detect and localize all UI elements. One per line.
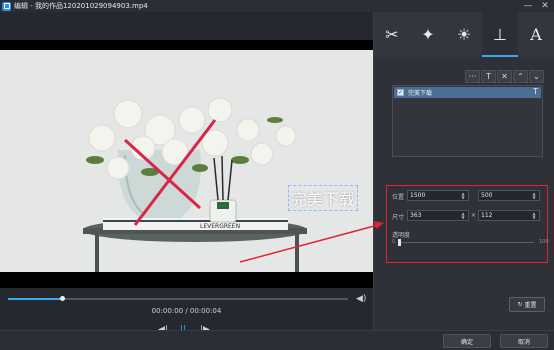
- video-frame: LEVERGREEN 完美下载: [0, 50, 373, 274]
- reset-label: 重置: [524, 302, 537, 309]
- position-y-input[interactable]: 500 ▲ ▼: [478, 190, 540, 201]
- spinner-arrows-icon[interactable]: ▲ ▼: [460, 211, 466, 220]
- opacity-min-label: 0: [392, 239, 396, 245]
- size-label: 尺寸: [392, 214, 405, 221]
- opacity-slider-handle[interactable]: [398, 239, 401, 246]
- ok-button[interactable]: 确定: [443, 334, 491, 348]
- scissors-icon[interactable]: ✂: [374, 12, 410, 57]
- tool-tabs: ✂ ✦ ☀ ⊥ A: [374, 12, 554, 57]
- time-display: 00:00:00 / 00:00:04: [151, 307, 222, 315]
- close-button[interactable]: ✕: [537, 0, 553, 12]
- video-preview: LEVERGREEN 完美下载: [0, 40, 373, 288]
- progress-handle[interactable]: [60, 296, 66, 301]
- progress-bar[interactable]: [8, 296, 348, 301]
- progress-fill: [8, 298, 63, 300]
- size-separator: ×: [471, 212, 477, 219]
- delete-icon[interactable]: ✕: [497, 70, 512, 83]
- add-text-icon[interactable]: T: [481, 70, 496, 83]
- spinner-arrows-icon[interactable]: ▲ ▼: [460, 191, 466, 200]
- text-layer-label: 完美下载: [408, 90, 433, 97]
- text-tab-icon[interactable]: A: [518, 12, 554, 57]
- opacity-slider[interactable]: [398, 239, 534, 246]
- text-type-icon: T: [533, 87, 538, 96]
- stamp-icon[interactable]: ⊥: [482, 12, 518, 57]
- preview-panel: LEVERGREEN 完美下载 ◀) 00:00:00 / 00:00:04: [0, 12, 373, 335]
- list-item[interactable]: ✓ 完美下载 T: [394, 87, 541, 98]
- position-y-value: 500: [481, 192, 493, 199]
- move-up-icon[interactable]: ⌃: [513, 70, 528, 83]
- opacity-max-label: 100: [539, 239, 549, 245]
- more-icon[interactable]: ···: [465, 70, 480, 83]
- window-title: 编辑 - 我的作品120201029094903.mp4: [14, 2, 148, 10]
- text-toolbar: ··· T ✕ ⌃ ⌄: [465, 70, 544, 83]
- spinner-arrows-icon[interactable]: ▲ ▼: [531, 191, 537, 200]
- size-height-value: 112: [481, 212, 493, 219]
- active-tab-indicator: [482, 55, 518, 57]
- brightness-icon[interactable]: ☀: [446, 12, 482, 57]
- video-text-overlay[interactable]: 完美下载: [288, 185, 359, 211]
- move-down-icon[interactable]: ⌄: [529, 70, 544, 83]
- position-x-value: 1500: [410, 192, 426, 199]
- size-width-value: 363: [410, 212, 422, 219]
- text-layer-list: ✓ 完美下载 T: [392, 85, 543, 157]
- reset-button[interactable]: ↻ 重置: [509, 297, 545, 312]
- app-icon: [2, 1, 11, 11]
- video-frame-image: LEVERGREEN: [0, 50, 373, 274]
- opacity-label: 透明度: [392, 232, 411, 239]
- position-label: 位置: [392, 194, 405, 201]
- minimize-button[interactable]: —: [520, 0, 536, 12]
- size-height-input[interactable]: 112 ▲ ▼: [478, 210, 540, 221]
- position-x-input[interactable]: 1500 ▲ ▼: [407, 190, 469, 201]
- checkbox[interactable]: ✓: [397, 89, 404, 96]
- spinner-arrows-icon[interactable]: ▲ ▼: [531, 211, 537, 220]
- magic-wand-icon[interactable]: ✦: [410, 12, 446, 57]
- size-width-input[interactable]: 363 ▲ ▼: [407, 210, 469, 221]
- reset-icon: ↻: [517, 301, 523, 308]
- edit-side-panel: ✂ ✦ ☀ ⊥ A ··· T ✕ ⌃ ⌄ ✓ 完美下载 T 位置 1500 ▲…: [373, 12, 554, 330]
- properties-highlight-box: 位置 1500 ▲ ▼ 500 ▲ ▼ 尺寸 363 ▲ ▼ × 112 ▲ ▼ 透明度: [386, 185, 548, 263]
- cancel-button[interactable]: 取消: [500, 334, 548, 348]
- title-bar: 编辑 - 我的作品120201029094903.mp4 — ✕: [0, 0, 554, 12]
- footer-bar: 确定 取消: [0, 330, 554, 350]
- volume-icon[interactable]: ◀): [356, 294, 366, 304]
- svg-text:LEVERGREEN: LEVERGREEN: [200, 223, 240, 230]
